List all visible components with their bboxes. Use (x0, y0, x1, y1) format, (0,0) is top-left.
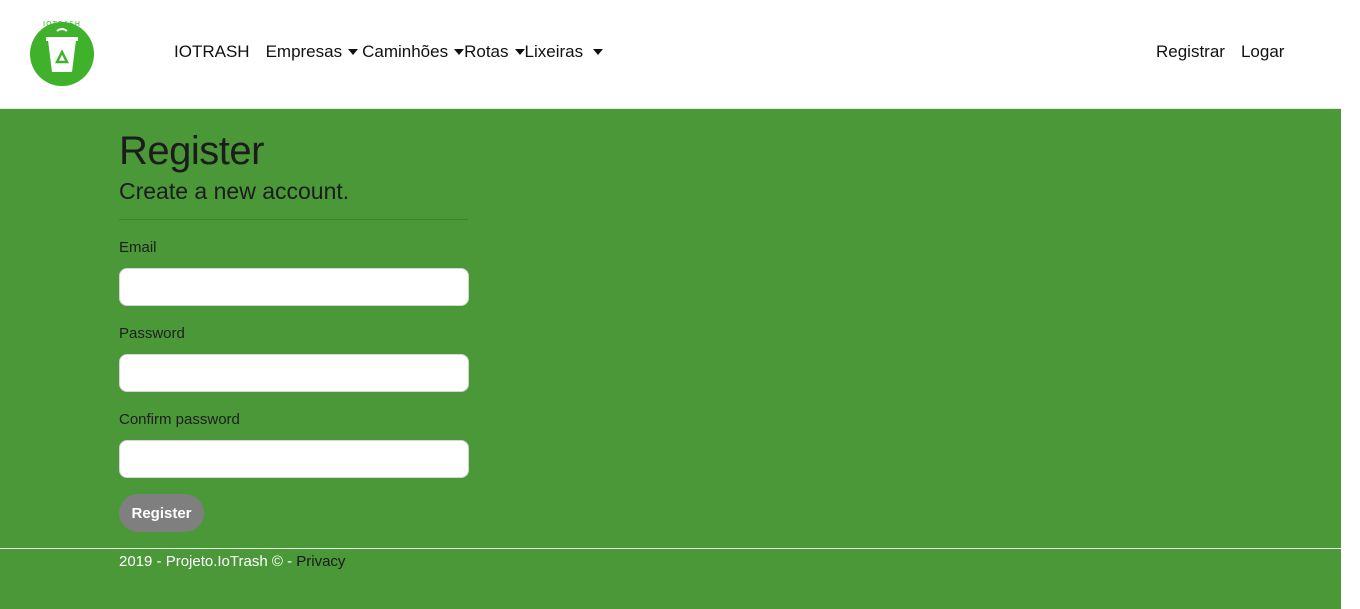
nav-caminhoes-label: Caminhões (362, 42, 449, 61)
account-nav: Registrar Logar (1156, 40, 1300, 64)
nav-rotas-label: Rotas (464, 42, 509, 61)
login-link[interactable]: Logar (1241, 42, 1284, 62)
confirm-password-field[interactable] (119, 440, 469, 478)
iotrash-logo-icon[interactable]: IOTRASH (26, 18, 98, 86)
nav-empresas-label: Empresas (265, 42, 343, 61)
footer: 2019 - Projeto.IoTrash © - Privacy (119, 553, 345, 570)
section-divider (119, 219, 468, 220)
main-nav: IOTRASH Empresas Caminhões Rotas Lixeira… (174, 40, 604, 64)
chevron-down-icon (454, 49, 465, 55)
page-subtitle: Create a new account. (119, 178, 350, 204)
confirm-password-label: Confirm password (119, 411, 240, 428)
footer-divider (0, 548, 1341, 549)
footer-copyright: 2019 - Projeto.IoTrash © - (119, 553, 297, 570)
nav-brand-link[interactable]: IOTRASH (174, 42, 250, 62)
top-navbar: IOTRASH IOTRASH Empresas Caminhões Rotas… (0, 0, 1341, 109)
nav-lixeiras-dropdown[interactable]: Lixeiras (525, 42, 604, 62)
register-link[interactable]: Registrar (1156, 42, 1225, 62)
main-content: Register Create a new account. Email Pas… (0, 109, 1341, 609)
logo-text: IOTRASH (43, 20, 81, 28)
password-label: Password (119, 325, 185, 342)
password-field[interactable] (119, 354, 469, 392)
nav-lixeiras-label: Lixeiras (524, 42, 584, 61)
page-title: Register (119, 129, 264, 173)
chevron-down-icon (348, 49, 359, 55)
nav-caminhoes-dropdown[interactable]: Caminhões (362, 42, 465, 62)
nav-rotas-dropdown[interactable]: Rotas (464, 42, 525, 62)
chevron-down-icon (593, 49, 604, 55)
privacy-link[interactable]: Privacy (296, 553, 345, 570)
nav-empresas-dropdown[interactable]: Empresas (266, 42, 359, 62)
register-button[interactable]: Register (119, 494, 204, 532)
email-field[interactable] (119, 268, 469, 306)
chevron-down-icon (514, 49, 525, 55)
email-label: Email (119, 239, 157, 256)
